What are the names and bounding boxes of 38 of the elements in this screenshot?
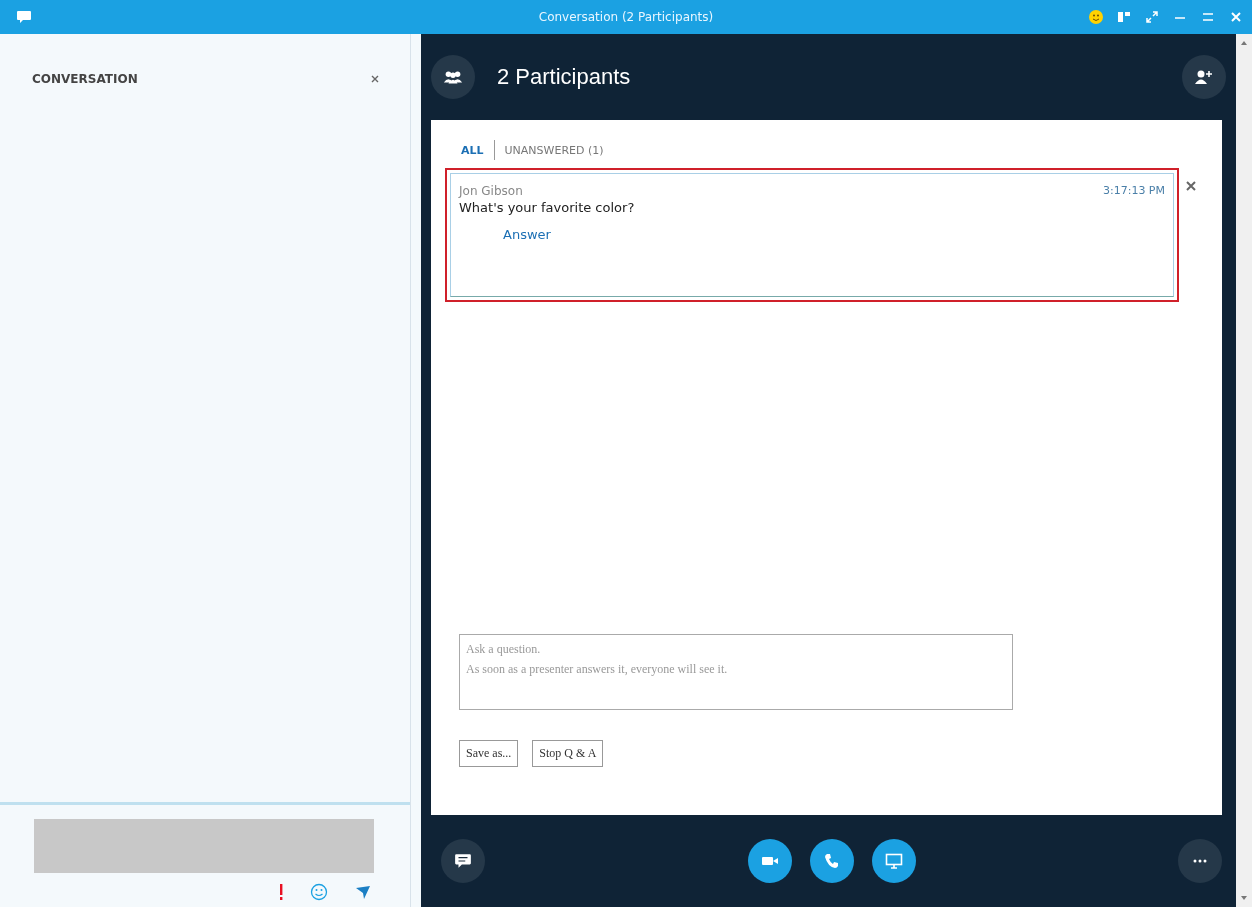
close-icon[interactable]	[370, 74, 380, 84]
tab[interactable]: UNANSWERED (1)	[504, 143, 604, 157]
action-button[interactable]: Stop Q & A	[532, 740, 604, 767]
splitter-handle[interactable]	[411, 34, 421, 907]
send-icon[interactable]	[354, 883, 372, 901]
monitor-icon	[884, 853, 903, 869]
action-button[interactable]: Save as...	[459, 740, 519, 767]
add-participant-button[interactable]	[1182, 55, 1226, 99]
window-title: Conversation (2 Participants)	[538, 10, 714, 24]
screen-share-button[interactable]	[871, 839, 916, 883]
video-button[interactable]	[747, 839, 792, 883]
call-button[interactable]	[809, 839, 854, 883]
panel-title: CONVERSATION	[32, 72, 138, 86]
message-field[interactable]	[34, 819, 374, 873]
scroll-up-icon[interactable]	[1240, 40, 1248, 46]
chat-button[interactable]	[441, 839, 485, 883]
answer-link[interactable]: Answer	[503, 227, 551, 242]
question-author: Jon Gibson	[459, 184, 523, 198]
exclamation-icon[interactable]	[278, 883, 284, 901]
chat-bubble-icon	[454, 853, 472, 869]
smiley-icon[interactable]	[1088, 9, 1104, 25]
expand-icon[interactable]	[1144, 9, 1160, 25]
close-icon[interactable]	[1185, 180, 1197, 192]
add-person-icon	[1193, 69, 1215, 85]
participants-button[interactable]	[431, 55, 475, 99]
scrollbar[interactable]	[1236, 34, 1252, 907]
smiley-icon[interactable]	[310, 883, 328, 901]
scroll-down-icon[interactable]	[1240, 895, 1248, 901]
phone-icon	[822, 853, 841, 869]
chat-bubble-icon	[16, 10, 32, 24]
people-icon	[442, 69, 464, 85]
participants-title: 2 Participants	[497, 64, 631, 90]
more-icon	[1192, 859, 1208, 863]
question-text: What's your favorite color?	[459, 200, 635, 215]
question-field[interactable]: Ask a question. As soon as a presenter answers it, everyone will see it.	[459, 634, 1013, 710]
tab[interactable]: ALL	[461, 143, 484, 157]
layout-icon[interactable]	[1116, 9, 1132, 25]
question-time: 3:17:13 PM	[1102, 184, 1165, 198]
